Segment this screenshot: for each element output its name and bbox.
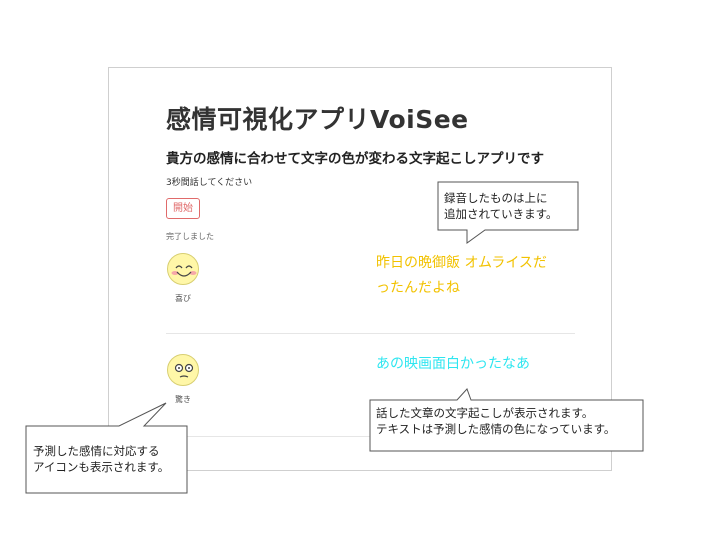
callout-line: 追加されていきます。	[444, 207, 558, 221]
page-title: 感情可視化アプリVoiSee	[166, 105, 469, 134]
callout-top-right: 録音したものは上に 追加されていきます。	[444, 190, 558, 222]
transcribed-text-line: 昨日の晩御飯 オムライスだ	[376, 255, 547, 271]
recording-instruction: 3秒間話してください	[166, 178, 253, 188]
happy-face-icon	[167, 253, 199, 285]
transcribed-text-line: あの映画面白かったなあ	[376, 356, 530, 372]
emotion-label: 喜び	[175, 294, 191, 303]
start-recording-button[interactable]: 開始	[166, 198, 200, 219]
surprised-face-icon	[167, 354, 199, 386]
callout-line: テキストは予測した感情の色になっています。	[376, 422, 616, 436]
callout-line: アイコンも表示されます。	[33, 460, 170, 474]
recording-status: 完了しました	[166, 232, 214, 241]
entry-divider	[166, 333, 575, 334]
callout-line: 録音したものは上に	[444, 191, 548, 205]
transcribed-text: あの映画面白かったなあ	[376, 352, 530, 377]
transcribed-text-line: ったんだよね	[376, 280, 460, 296]
page-subtitle: 貴方の感情に合わせて文字の色が変わる文字起こしアプリです	[166, 151, 544, 167]
callout-bottom-right: 話した文章の文字起こしが表示されます。 テキストは予測した感情の色になっています…	[376, 405, 615, 437]
callout-line: 予測した感情に対応する	[33, 444, 160, 458]
callout-bottom-left: 予測した感情に対応する アイコンも表示されます。	[33, 443, 169, 475]
callout-line: 話した文章の文字起こしが表示されます。	[376, 406, 594, 420]
transcribed-text: 昨日の晩御飯 オムライスだ ったんだよね	[376, 251, 547, 301]
